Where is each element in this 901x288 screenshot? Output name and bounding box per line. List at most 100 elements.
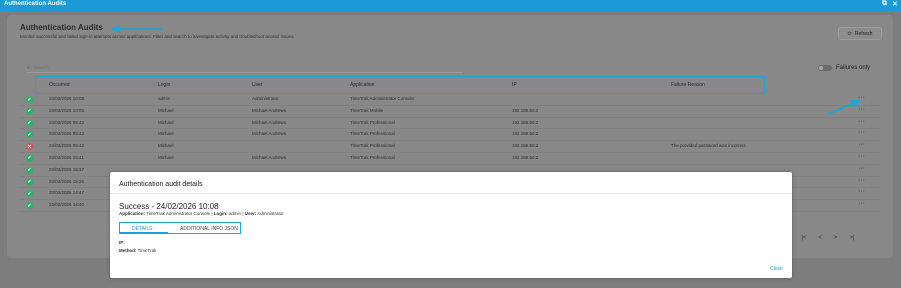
cell-user: Michael Andrews [252,119,287,125]
cell-login: Michael [158,119,174,125]
cell-occurred: 23/02/2026 14:47 [49,190,85,196]
user-value: Administrator [257,211,284,216]
cell-user: Michael Andrews [252,107,287,113]
cell-application: TimeTrak Professional [350,119,395,125]
cell-login: Michael [158,154,174,160]
toggle-switch[interactable] [818,65,832,71]
cell-login: Michael [158,107,174,113]
cell-user: Administrator [252,96,279,101]
next-page-icon[interactable]: > [834,235,838,241]
cell-ip: 192.168.50.2 [512,131,539,137]
header-highlight-box [35,76,765,94]
row-actions-icon[interactable]: ··· [858,188,865,195]
previous-page-icon[interactable]: < [818,235,822,241]
search-icon: ⌕ [27,64,30,71]
cell-application: TimeTrak Professional [350,131,395,137]
cell-user: Michael Andrews [252,154,287,160]
success-status-icon: ✓ [26,96,33,103]
failure-status-icon: ✕ [26,143,33,151]
cell-occurred: 24/02/2026 10:05 [49,107,85,113]
cell-application: TimeTrak Professional [350,143,395,149]
app-titlebar: Authentication Audits ⧉ ✕ [0,0,901,11]
cell-occurred: 24/02/2026 09:43 [49,143,85,149]
row-actions-icon[interactable]: ··· [858,200,865,207]
table-row[interactable]: ✕ 24/02/2026 09:43 Michael TimeTrak Profess… [20,141,881,153]
row-actions-icon[interactable]: ··· [858,165,865,172]
cell-occurred: 24/02/2026 09:44 [49,119,85,125]
cell-ip: 192.168.50.2 [512,154,539,160]
dialog-tabs: DETAILS ADDITIONAL INFO JSON [119,222,241,234]
application-label: Application: [119,211,145,216]
cell-login: Michael [158,131,174,137]
cell-ip: 192.168.50.2 [512,119,539,125]
dialog-heading: Success - 24/02/2026 10:08 [119,202,219,211]
active-tab-indicator [120,232,168,233]
table-row[interactable]: ✓ 24/02/2026 10:05 Michael Michael Andrews T… [20,106,881,118]
success-status-icon: ✓ [26,119,33,127]
success-status-icon: ✓ [26,107,33,115]
table-row[interactable]: ✓ 24/02/2026 09:44 Michael Michael Andrews T… [20,118,881,130]
row-actions-icon[interactable]: ··· [858,153,865,160]
page-subtitle: Monitor successful and failed sign-in at… [20,34,295,39]
row-actions-icon[interactable]: ··· [858,177,865,184]
cell-occurred: 24/02/2026 09:43 [49,131,85,137]
cell-occurred: 23/02/2026 14:40 [49,202,85,208]
dialog-summary: Application: TimeTrak Administrator Cons… [119,211,284,216]
table-row[interactable]: ✓ 23/02/2026 15:41 Michael Michael Andrews T… [20,153,881,165]
failures-only-label: Failures only [836,65,871,71]
audit-details-dialog: Authentication audit details Success - 2… [110,172,792,278]
cell-failure-reason: The provided password was incorrect [671,143,746,149]
first-page-icon[interactable]: |< [801,235,806,241]
cell-user: Michael Andrews [252,131,287,137]
cell-application: TimeTrak Mobile [350,107,384,113]
ip-field: IP: [119,240,125,245]
cell-occurred: 23/02/2026 15:41 [49,154,85,160]
table-row[interactable]: ✓ 24/02/2026 10:08 admin Administrator TimeT… [20,94,881,106]
method-field: Method: TimeTrak [119,248,156,253]
tab-additional-info-json[interactable]: ADDITIONAL INFO JSON [180,226,238,232]
failures-only-toggle[interactable]: Failures only [818,65,870,71]
success-status-icon: ✓ [26,131,33,139]
success-status-icon: ✓ [26,202,33,210]
restore-icon[interactable]: ⧉ [882,0,887,8]
cell-application: TimeTrak Administrator Console [350,96,414,101]
row-actions-icon[interactable]: ··· [858,141,865,148]
success-status-icon: ✓ [26,178,33,186]
search-input[interactable] [32,64,233,71]
cell-occurred: 23/02/2026 15:26 [49,178,85,184]
method-value: TimeTrak [137,248,157,253]
annotation-arrow-left-icon [110,25,162,33]
cell-occurred: 24/02/2026 10:08 [49,96,85,101]
refresh-button[interactable]: ⟳ Refresh [838,27,882,40]
cell-login: admin [158,96,171,101]
window-title: Authentication Audits [4,1,67,7]
cell-ip: 192.168.50.2 [512,143,539,149]
row-actions-icon[interactable]: ··· [858,129,865,136]
cell-occurred: 23/02/2026 15:37 [49,166,85,172]
row-actions-icon[interactable]: ··· [858,118,865,125]
method-label: Method: [119,248,137,253]
login-label: Login: [213,211,228,216]
page-title: Authentication Audits [20,23,103,32]
login-value: admin [228,211,242,216]
refresh-icon: ⟳ [847,30,852,37]
dialog-divider [110,193,792,194]
application-value: TimeTrak Administrator Console [146,211,211,216]
row-actions-icon[interactable]: ··· [858,106,865,113]
pagination: 1 |< < > >| [786,235,855,241]
dialog-title: Authentication audit details [119,181,203,188]
refresh-label: Refresh [854,30,873,37]
row-actions-icon[interactable]: ··· [858,94,865,101]
success-status-icon: ✓ [26,166,33,174]
close-icon[interactable]: ✕ [892,0,898,8]
user-label: User: [244,211,257,216]
last-page-icon[interactable]: >| [849,235,854,241]
ip-label: IP: [119,240,125,245]
search-bar[interactable]: ⌕ [27,63,463,73]
cell-ip: 192.168.50.2 [512,107,539,113]
close-button[interactable]: Close [770,266,783,272]
cell-application: TimeTrak Professional [350,154,395,160]
table-row[interactable]: ✓ 24/02/2026 09:43 Michael Michael Andrews T… [20,129,881,142]
cell-login: Michael [158,143,174,149]
success-status-icon: ✓ [26,190,33,198]
